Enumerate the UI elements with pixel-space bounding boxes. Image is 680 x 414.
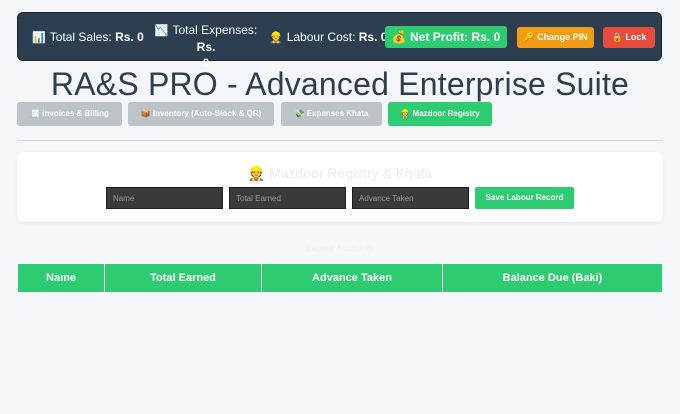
lock-label: Lock: [625, 32, 647, 42]
total-sales-stat: 📊 Total Sales: Rs. 0: [32, 29, 144, 46]
column-header-name: Name: [17, 263, 105, 293]
bar-chart-icon: 📊: [32, 32, 46, 44]
tab-mazdoor-label: Mazdoor Registry: [412, 109, 480, 118]
key-icon: 🔑: [523, 32, 535, 42]
labour-cost-label: Labour Cost:: [286, 30, 356, 44]
tab-mazdoor-registry[interactable]: 👷 Mazdoor Registry: [388, 102, 492, 126]
top-stats-bar: 📊 Total Sales: Rs. 0 📉 Total Expenses: Rs.…: [17, 12, 662, 70]
tab-inventory-label: Inventory (Auto-Stock & QR): [152, 109, 262, 118]
money-wings-icon: 💸: [294, 109, 305, 118]
worker-icon: 👷: [247, 165, 266, 181]
change-pin-button[interactable]: 🔑 Change PIN: [517, 27, 594, 48]
save-labour-record-button[interactable]: Save Labour Record: [475, 187, 574, 209]
total-expenses-value: Rs.: [196, 40, 216, 54]
labour-accounts-heading: Labour Accounts: [306, 243, 374, 253]
chart-down-icon: 📉: [154, 25, 169, 37]
tab-invoices[interactable]: 🧾 Invoices & Billing: [17, 102, 122, 126]
app-title: RA&S PRO - Advanced Enterprise Suite: [50, 66, 630, 102]
column-header-balance-due: Balance Due (Baki): [442, 263, 663, 293]
labour-cost-stat: 👷 Labour Cost: Rs. 0: [269, 29, 387, 46]
worker-icon: 👷: [400, 109, 411, 118]
total-sales-value: Rs. 0: [115, 30, 144, 44]
lock-button[interactable]: 🔒 Lock: [603, 27, 655, 48]
column-header-advance-taken: Advance Taken: [261, 263, 443, 293]
labour-table: Name Total Earned Advance Taken Balance …: [17, 263, 663, 293]
net-profit-button[interactable]: 💰 Net Profit: Rs. 0: [385, 26, 507, 48]
registry-title-text: Mazdoor Registry & Khata: [268, 165, 433, 181]
tab-inventory[interactable]: 📦 Inventory (Auto-Stock & QR): [128, 102, 274, 126]
tab-expenses-label: Expenses Khata: [306, 109, 369, 118]
package-icon: 📦: [140, 109, 151, 118]
net-profit-label: Net Profit:: [410, 30, 469, 44]
registry-title: 👷 Mazdoor Registry & Khata: [17, 164, 663, 182]
lock-icon: 🔒: [611, 32, 623, 42]
tab-expenses[interactable]: 💸 Expenses Khata: [281, 102, 382, 126]
money-bag-icon: 💰: [391, 30, 407, 44]
registry-form-card: 👷 Mazdoor Registry & Khata Save Labour R…: [17, 152, 663, 222]
net-profit-value: Rs. 0: [471, 30, 501, 44]
column-header-total-earned: Total Earned: [104, 263, 262, 293]
divider: [17, 140, 663, 141]
change-pin-label: Change PIN: [537, 32, 588, 42]
tab-invoices-label: Invoices & Billing: [42, 109, 109, 118]
receipt-icon: 🧾: [30, 109, 41, 118]
total-expenses-label: Total Expenses:: [172, 23, 258, 37]
name-input[interactable]: [106, 187, 223, 209]
total-sales-label: Total Sales:: [49, 30, 112, 44]
total-earned-input[interactable]: [229, 187, 346, 209]
worker-icon: 👷: [269, 32, 283, 44]
advance-taken-input[interactable]: [352, 187, 469, 209]
labour-cost-value: Rs. 0: [358, 30, 388, 44]
table-header-row: Name Total Earned Advance Taken Balance …: [17, 263, 663, 293]
